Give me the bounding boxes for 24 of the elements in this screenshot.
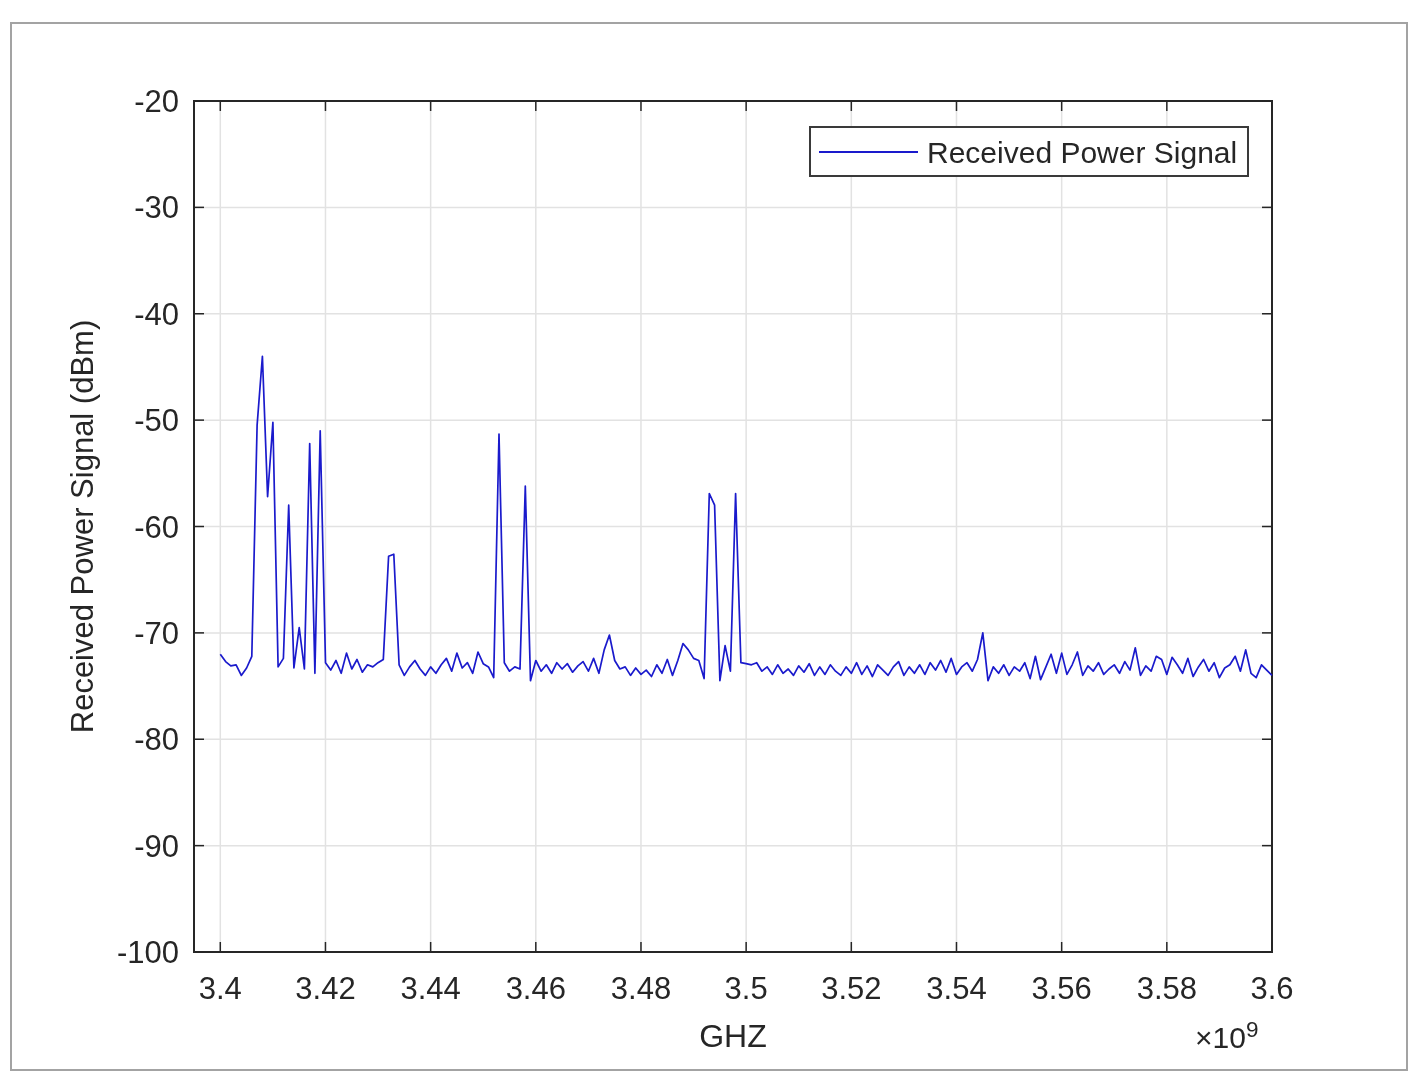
x-tick-label: 3.54 [926,971,987,1006]
y-tick-label: -40 [134,296,179,332]
y-tick-label: -60 [134,509,179,545]
x-tick-label: 3.52 [821,971,882,1006]
y-tick-label: -100 [116,935,179,970]
x-tick-label: 3.56 [1031,971,1092,1006]
x-tick-label: 3.58 [1136,971,1197,1006]
x-tick-label: 3.44 [400,971,461,1006]
y-tick-label: -90 [134,828,179,864]
x-tick-label: 3.5 [724,971,768,1006]
axis-exponent-label: ×10$^{9}$ [1195,1023,1259,1053]
x-tick-label: 3.4 [198,971,242,1006]
x-tick-label: 3.6 [1250,971,1294,1006]
x-tick-label: 3.48 [610,971,672,1006]
y-tick-label: -50 [134,403,179,439]
y-tick-label: -30 [134,190,179,226]
x-tick-label: 3.46 [505,971,566,1006]
y-tick-label: -70 [134,615,179,651]
y-axis-label: Received Power Signal (dBm) [65,319,100,734]
x-tick-label: 3.42 [295,971,356,1006]
x-axis-label: GHZ [699,1018,767,1054]
legend-label: Received Power Signal [927,136,1238,169]
y-tick-label: -80 [134,722,179,758]
y-tick-label: -20 [134,84,179,119]
